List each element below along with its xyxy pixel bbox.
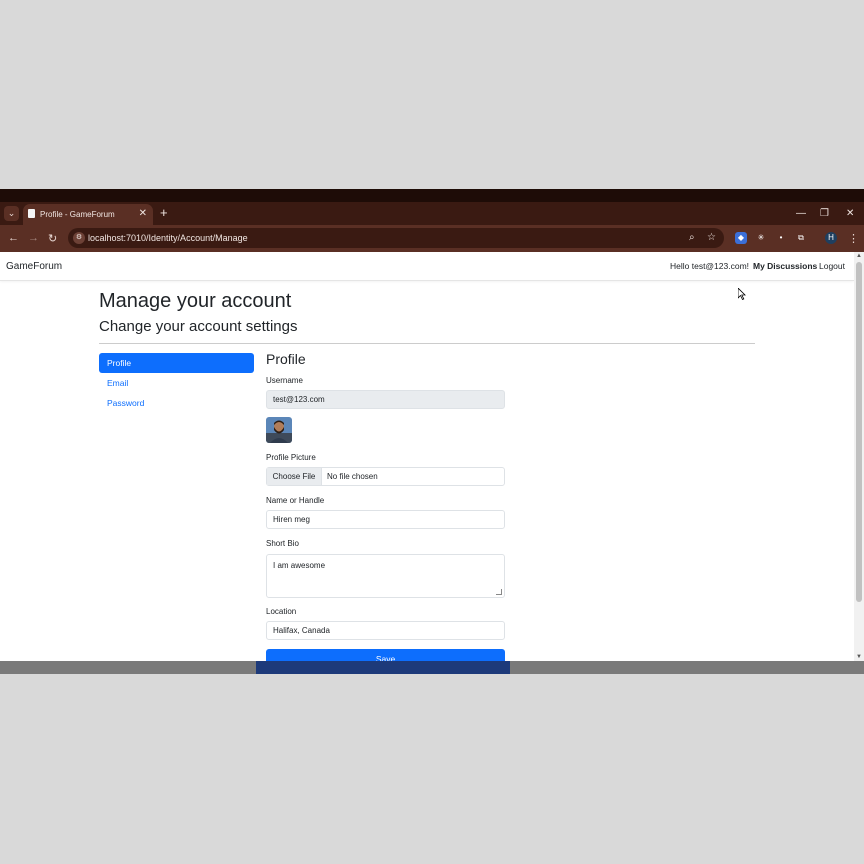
site-info-icon[interactable]: ⚙ bbox=[73, 232, 85, 244]
back-arrow-icon[interactable]: ← bbox=[8, 232, 19, 244]
site-navbar: GameForum Hello test@123.com! My Discuss… bbox=[0, 252, 854, 281]
extension-gear-icon[interactable]: ✳ bbox=[755, 232, 767, 244]
url-text: localhost:7010/Identity/Account/Manage bbox=[88, 233, 248, 243]
name-label: Name or Handle bbox=[266, 496, 325, 505]
location-field[interactable]: Halifax, Canada bbox=[266, 621, 505, 640]
extension-shield-icon[interactable]: ◆ bbox=[735, 232, 747, 244]
extension-pin-icon[interactable]: • bbox=[775, 232, 787, 244]
choose-file-button[interactable]: Choose File bbox=[267, 468, 322, 485]
scroll-up-icon[interactable]: ▲ bbox=[856, 253, 862, 259]
name-field[interactable]: Hiren meg bbox=[266, 510, 505, 529]
sidebar-item-email[interactable]: Email bbox=[99, 373, 254, 393]
profile-picture-input[interactable]: Choose File No file chosen bbox=[266, 467, 505, 486]
bottom-overlay bbox=[0, 661, 864, 674]
tab-search-icon[interactable]: ⌄ bbox=[4, 206, 19, 221]
scroll-thumb[interactable] bbox=[856, 262, 862, 602]
tab-strip: ⌄ Profile - GameForum ✕ + — ❐ ✕ bbox=[0, 202, 864, 225]
page-subtitle: Change your account settings bbox=[99, 318, 298, 335]
tab-close-icon[interactable]: ✕ bbox=[139, 208, 147, 219]
bio-label: Short Bio bbox=[266, 539, 299, 548]
profile-picture bbox=[266, 417, 292, 443]
page-icon bbox=[28, 209, 35, 218]
divider bbox=[99, 343, 755, 344]
mouse-cursor-icon bbox=[738, 288, 746, 300]
browser-tab[interactable]: Profile - GameForum ✕ bbox=[23, 204, 153, 225]
logout-button[interactable]: Logout bbox=[819, 261, 845, 271]
page-content: GameForum Hello test@123.com! My Discuss… bbox=[0, 252, 854, 661]
bio-text: I am awesome bbox=[273, 561, 326, 570]
file-status: No file chosen bbox=[327, 472, 378, 481]
save-button[interactable]: Save bbox=[266, 649, 505, 661]
sidebar-item-password[interactable]: Password bbox=[99, 393, 254, 413]
hello-user-link[interactable]: Hello test@123.com! bbox=[670, 261, 749, 271]
close-window-button[interactable]: ✕ bbox=[846, 208, 854, 219]
forward-arrow-icon[interactable]: → bbox=[28, 232, 39, 244]
bio-textarea[interactable]: I am awesome bbox=[266, 554, 505, 598]
bookmark-star-icon[interactable]: ☆ bbox=[707, 232, 716, 243]
restore-button[interactable]: ❐ bbox=[820, 208, 829, 219]
browser-window: ⌄ Profile - GameForum ✕ + — ❐ ✕ ← → ↻ ⚙ … bbox=[0, 189, 864, 674]
title-bar bbox=[0, 189, 864, 202]
my-discussions-link[interactable]: My Discussions bbox=[753, 261, 817, 271]
resize-handle[interactable] bbox=[496, 589, 502, 595]
page-scrollbar[interactable]: ▲ ▼ bbox=[854, 252, 864, 661]
minimize-button[interactable]: — bbox=[796, 208, 806, 219]
brand-link[interactable]: GameForum bbox=[6, 261, 62, 272]
browser-menu-icon[interactable]: ⋮ bbox=[848, 232, 859, 245]
zoom-icon[interactable]: ⌕ bbox=[689, 232, 695, 243]
tab-title: Profile - GameForum bbox=[40, 210, 115, 219]
address-bar[interactable]: ⚙ localhost:7010/Identity/Account/Manage… bbox=[68, 228, 724, 248]
reload-icon[interactable]: ↻ bbox=[48, 232, 57, 245]
profile-avatar-icon[interactable]: H bbox=[825, 232, 837, 244]
username-field[interactable]: test@123.com bbox=[266, 390, 505, 409]
browser-toolbar: ← → ↻ ⚙ localhost:7010/Identity/Account/… bbox=[0, 225, 864, 252]
extensions-puzzle-icon[interactable]: ⧉ bbox=[795, 232, 807, 244]
profile-picture-label: Profile Picture bbox=[266, 453, 316, 462]
overlay-highlight bbox=[256, 661, 510, 674]
sidebar-item-profile[interactable]: Profile bbox=[99, 353, 254, 373]
page-title: Manage your account bbox=[99, 290, 292, 312]
new-tab-button[interactable]: + bbox=[160, 205, 168, 220]
form-heading: Profile bbox=[266, 351, 306, 367]
location-label: Location bbox=[266, 607, 297, 616]
scroll-down-icon[interactable]: ▼ bbox=[856, 654, 862, 660]
username-label: Username bbox=[266, 376, 303, 385]
